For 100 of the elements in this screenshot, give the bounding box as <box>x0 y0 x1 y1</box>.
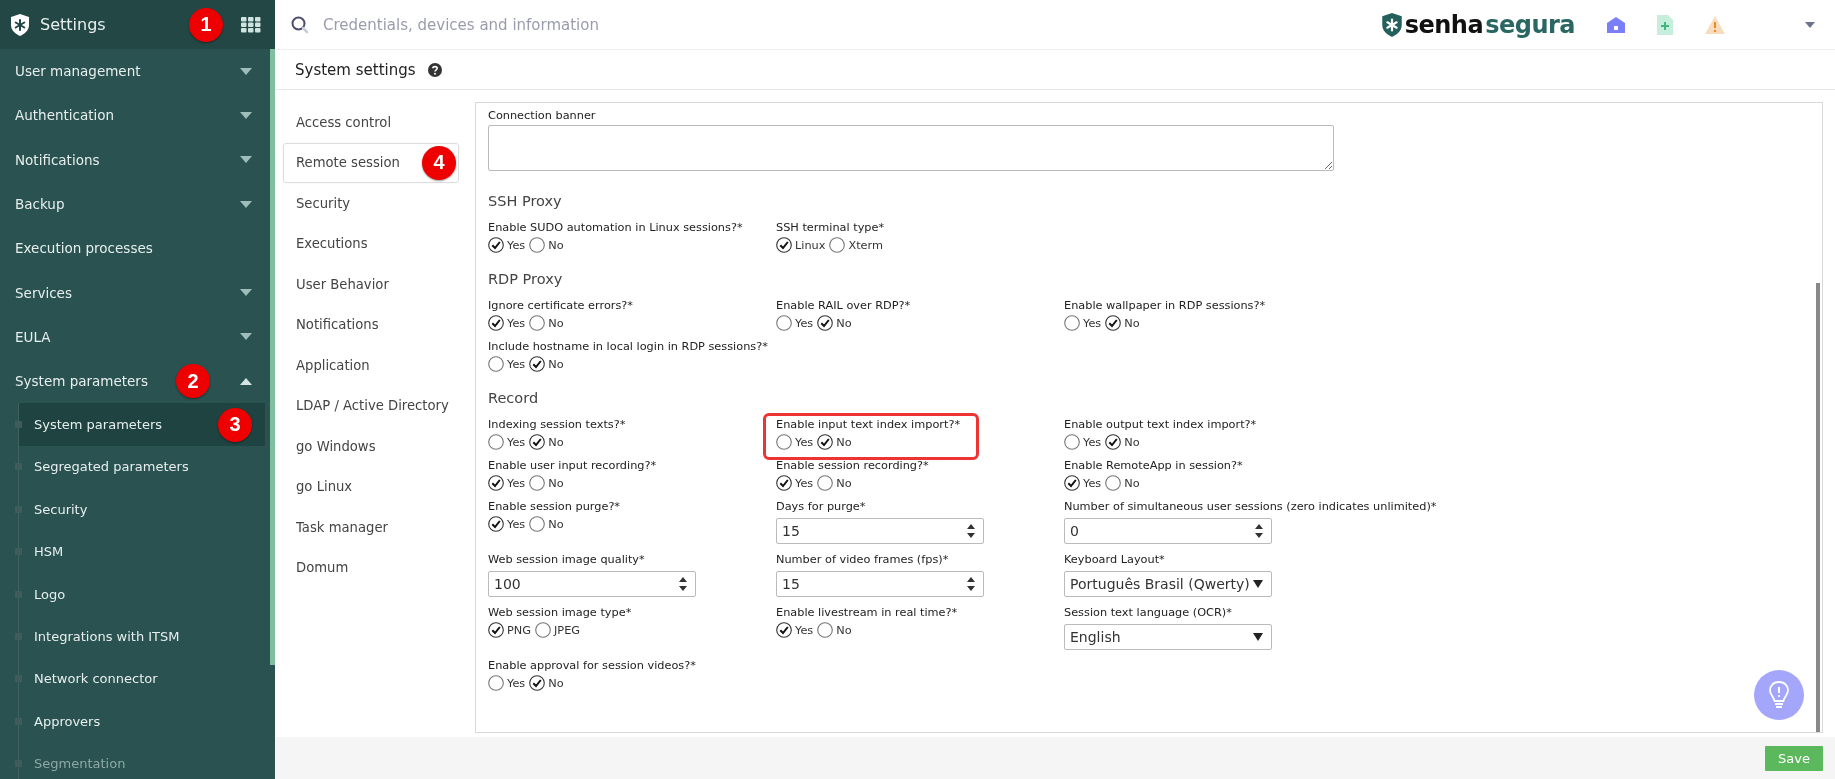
settings-tab[interactable]: Notifications <box>283 304 459 345</box>
radio-button[interactable] <box>488 622 504 638</box>
help-icon[interactable] <box>427 62 442 77</box>
option-label: Yes <box>507 676 526 690</box>
sidebar-subitem[interactable]: HSM <box>19 530 265 573</box>
sidebar-item[interactable]: EULA <box>0 314 270 360</box>
apps-grid-icon[interactable] <box>241 16 261 33</box>
sidebar-item[interactable]: Execution processes <box>0 226 270 271</box>
spinner-arrows-icon[interactable] <box>679 577 687 591</box>
radio-button[interactable] <box>529 434 546 450</box>
spinner-arrows-icon[interactable] <box>1255 524 1263 538</box>
sidebar-subitem[interactable]: Segregated parameters <box>19 445 265 489</box>
home-icon[interactable] <box>1607 16 1625 33</box>
option-label: Yes <box>507 476 526 490</box>
radio-button[interactable] <box>817 315 834 331</box>
radio-button[interactable] <box>776 475 792 491</box>
settings-tab[interactable]: Remote session 4 <box>283 142 459 183</box>
radio-button[interactable] <box>1105 315 1122 331</box>
brand-logo: senhasegura <box>1380 10 1575 39</box>
settings-tab[interactable]: go Windows <box>283 426 459 467</box>
option-label: No <box>1124 476 1140 490</box>
option-label: PNG <box>507 623 532 637</box>
radio-button[interactable] <box>1064 475 1080 491</box>
radio-button[interactable] <box>1105 434 1122 450</box>
radio-button[interactable] <box>488 516 504 532</box>
option-label: No <box>548 238 564 252</box>
spinner-arrows-icon[interactable] <box>967 577 975 591</box>
radio-button[interactable] <box>776 622 792 638</box>
radio-button[interactable] <box>488 675 504 691</box>
sidebar-item[interactable]: Authentication <box>0 93 270 138</box>
sidebar-subitem[interactable]: Logo <box>19 572 265 616</box>
radio-button[interactable] <box>529 356 546 372</box>
number-field[interactable]: 100 <box>488 571 696 597</box>
number-field[interactable]: 15 <box>776 518 984 544</box>
radio-button[interactable] <box>488 475 504 491</box>
option-label: JPEG <box>554 623 581 637</box>
sidebar-item[interactable]: Notifications <box>0 137 270 182</box>
select-field[interactable]: English <box>1064 624 1272 650</box>
radio-button[interactable] <box>488 237 504 253</box>
page-title: System settings <box>295 60 416 79</box>
sidebar-subitem[interactable]: Integrations with ITSM <box>19 615 265 658</box>
sidebar-subitem[interactable]: Network connector <box>19 657 265 701</box>
number-field[interactable]: 0 <box>1064 518 1272 544</box>
sidebar-subitem[interactable]: Segmentation <box>19 742 265 779</box>
settings-tab[interactable]: Task manager <box>283 507 459 548</box>
field-label: Enable RemoteApp in session?* <box>1064 459 1243 472</box>
radio-button[interactable] <box>488 315 504 331</box>
radio-button[interactable] <box>1064 315 1080 331</box>
settings-tab[interactable]: Security <box>283 183 459 224</box>
radio-button[interactable] <box>817 622 834 638</box>
number-field[interactable]: 15 <box>776 571 984 597</box>
radio-button[interactable] <box>1105 475 1122 491</box>
option-label: Yes <box>507 517 526 531</box>
option-label: No <box>836 623 852 637</box>
radio-button[interactable] <box>776 434 792 450</box>
settings-tab[interactable]: Application <box>283 345 459 386</box>
radio-button[interactable] <box>776 237 792 253</box>
radio-button[interactable] <box>529 315 546 331</box>
field-label: Enable input text index import?* <box>776 418 961 431</box>
sidebar-item[interactable]: Backup <box>0 181 270 227</box>
radio-button[interactable] <box>529 675 546 691</box>
field-label: Session text language (OCR)* <box>1064 606 1232 619</box>
radio-button[interactable] <box>776 315 792 331</box>
settings-tab[interactable]: Executions <box>283 223 459 264</box>
option-label: Yes <box>795 623 814 637</box>
radio-button[interactable] <box>529 475 546 491</box>
sidebar-item[interactable]: System parameters 2 <box>0 359 270 404</box>
settings-tab[interactable]: Domum <box>283 547 459 588</box>
sidebar-subitem[interactable]: Security <box>19 488 265 531</box>
field-label: Enable RAIL over RDP?* <box>776 299 911 312</box>
dropdown-caret-icon[interactable] <box>1805 21 1815 28</box>
radio-button[interactable] <box>488 434 504 450</box>
option-label: Xterm <box>848 238 884 252</box>
radio-button[interactable] <box>817 434 834 450</box>
option-label: Yes <box>795 476 814 490</box>
field-label: Connection banner <box>488 109 596 122</box>
radio-button[interactable] <box>488 356 504 372</box>
sidebar-subitem[interactable]: Approvers <box>19 700 265 743</box>
radio-button[interactable] <box>1064 434 1080 450</box>
field-label: Enable wallpaper in RDP sessions?* <box>1064 299 1266 312</box>
settings-tab[interactable]: User Behavior <box>283 264 459 305</box>
sidebar-item[interactable]: User management <box>0 49 270 94</box>
option-label: Yes <box>795 316 814 330</box>
settings-tab[interactable]: LDAP / Active Directory <box>283 385 459 426</box>
sidebar-item[interactable]: Services <box>0 270 270 315</box>
radio-button[interactable] <box>535 622 552 638</box>
option-label: Yes <box>1083 476 1102 490</box>
radio-button[interactable] <box>817 475 834 491</box>
field-label: Web session image type* <box>488 606 632 619</box>
dropdown-arrow-icon[interactable] <box>1253 580 1263 588</box>
settings-tab[interactable]: go Linux <box>283 466 459 507</box>
radio-button[interactable] <box>829 237 846 253</box>
dropdown-arrow-icon[interactable] <box>1253 633 1263 641</box>
spinner-arrows-icon[interactable] <box>967 524 975 538</box>
step-badge: 2 <box>176 364 210 399</box>
radio-button[interactable] <box>529 516 546 532</box>
settings-tab[interactable]: Access control <box>283 102 459 143</box>
select-field[interactable]: Português Brasil (Qwerty) <box>1064 571 1272 597</box>
radio-button[interactable] <box>529 237 546 253</box>
option-label: No <box>1124 316 1140 330</box>
